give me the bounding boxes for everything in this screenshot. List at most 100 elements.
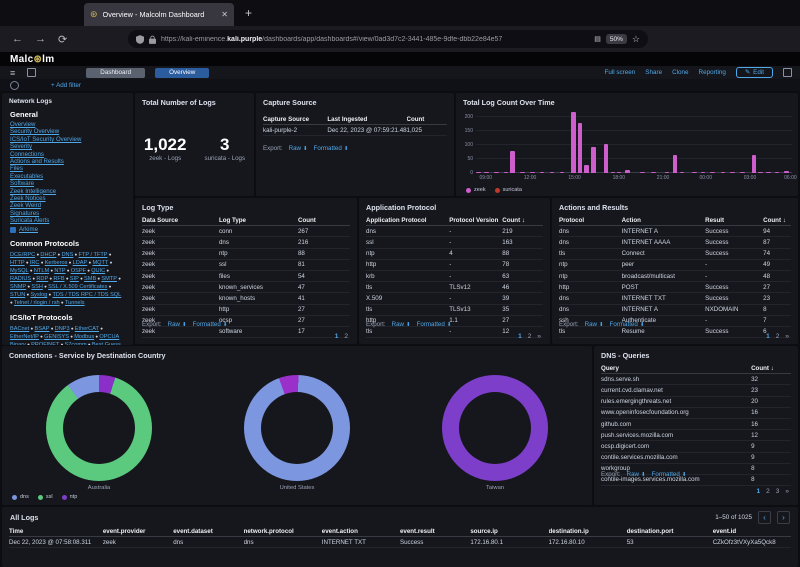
column-header[interactable]: Count ↓ <box>763 215 791 225</box>
column-header[interactable]: Count <box>298 215 350 225</box>
chart-bar[interactable] <box>484 172 489 173</box>
protocol-link-snmp[interactable]: SNMP <box>10 284 26 290</box>
shield-icon[interactable] <box>136 34 144 44</box>
chart-bar[interactable] <box>692 172 697 173</box>
chart-bar[interactable] <box>758 171 763 173</box>
page-button-1[interactable]: 1 <box>757 488 761 495</box>
panel-menu-icon[interactable] <box>783 68 792 77</box>
protocol-link-dnp3[interactable]: DNP3 <box>55 326 70 332</box>
tab-close-icon[interactable]: ✕ <box>221 10 228 19</box>
zoom-level-badge[interactable]: 50% <box>605 34 627 44</box>
column-header[interactable]: Data Source <box>142 215 219 225</box>
page-button-»[interactable]: » <box>785 333 789 340</box>
protocol-link-profinet[interactable]: PROFINET <box>31 342 59 345</box>
chart-bar[interactable] <box>640 171 645 173</box>
protocol-link-ntp[interactable]: NTP <box>54 268 65 274</box>
column-header[interactable]: Count <box>407 114 447 124</box>
chart-bar[interactable] <box>591 147 596 173</box>
share-link[interactable]: Share <box>645 69 662 76</box>
column-header[interactable]: Protocol Version <box>449 215 502 225</box>
legend-item-zeek[interactable]: zeek <box>466 187 486 193</box>
recent-icon[interactable] <box>27 68 37 77</box>
protocol-link-stun[interactable]: STUN <box>10 292 25 298</box>
chart-bar[interactable] <box>530 172 535 173</box>
chart-bar[interactable] <box>784 170 789 173</box>
chart-bar[interactable] <box>476 172 481 173</box>
page-button-2[interactable]: 2 <box>528 333 532 340</box>
page-button-1[interactable]: 1 <box>766 333 770 340</box>
breadcrumb-dashboard[interactable]: Dashboard <box>86 67 146 78</box>
browser-tab[interactable]: ⊛ Overview - Malcolm Dashboard ✕ <box>84 3 234 26</box>
url-bar[interactable]: https://kali-eminence.kali.purple/dashbo… <box>128 30 648 48</box>
nav-menu-icon[interactable]: ≡ <box>10 68 15 78</box>
chart-bar[interactable] <box>700 172 706 173</box>
chart-bar[interactable] <box>730 171 735 173</box>
protocol-link-ftp-tftp[interactable]: FTP / TFTP <box>79 252 108 258</box>
column-header[interactable]: Last Ingested <box>327 114 406 124</box>
chart-bar[interactable] <box>751 155 757 173</box>
protocol-link-tds-tds-rpc-tds-sql[interactable]: TDS / TDS RPC / TDS SQL <box>52 292 121 298</box>
protocol-link-mysql[interactable]: MySQL <box>10 268 29 274</box>
chart-bar[interactable] <box>603 143 609 173</box>
edit-button[interactable]: ✎ Edit <box>735 67 773 78</box>
protocol-link-ssh[interactable]: SSH <box>31 284 43 290</box>
page-button-2[interactable]: 2 <box>344 333 348 340</box>
protocol-link-tunnels[interactable]: Tunnels <box>65 300 85 306</box>
protocol-link-dce-rpc[interactable]: DCE/RPC <box>10 252 35 258</box>
chart-bar[interactable] <box>503 172 509 173</box>
protocol-link-bsap[interactable]: BSAP <box>35 326 50 332</box>
column-header[interactable]: Count ↓ <box>502 215 543 225</box>
donut-ring[interactable] <box>442 375 548 481</box>
page-button-»[interactable]: » <box>537 333 541 340</box>
page-button-2[interactable]: 2 <box>776 333 780 340</box>
protocol-link-quic[interactable]: QUIC <box>91 268 105 274</box>
export-raw-link[interactable]: Raw ⬇ <box>289 145 308 152</box>
chart-bar[interactable] <box>571 111 576 173</box>
chart-bar[interactable] <box>672 154 678 173</box>
donut-ring[interactable] <box>46 375 152 481</box>
reload-icon[interactable]: ⟳ <box>58 33 67 46</box>
export-raw-link[interactable]: Raw ⬇ <box>392 321 411 328</box>
chart-bar[interactable] <box>520 172 525 173</box>
legend-item-ssl[interactable]: ssl <box>37 494 53 500</box>
column-header[interactable]: Application Protocol <box>366 215 449 225</box>
protocol-link-rdp[interactable]: RDP <box>36 276 48 282</box>
protocol-link-best-guess[interactable]: Best Guess <box>92 342 121 345</box>
chart-bar[interactable] <box>651 171 656 173</box>
sidebar-item-actions-and-results[interactable]: Actions and Results <box>10 158 125 166</box>
chart-bar[interactable] <box>774 172 780 173</box>
export-formatted-link[interactable]: Formatted ⬇ <box>417 321 452 328</box>
export-formatted-link[interactable]: Formatted ⬇ <box>652 471 687 478</box>
protocol-link-s7comm[interactable]: S7comm <box>65 342 87 345</box>
column-header[interactable]: Action <box>622 215 706 225</box>
page-button-2[interactable]: 2 <box>766 488 770 495</box>
protocol-link-telnet-rlogin-rsh[interactable]: Telnet / rlogin / rsh <box>14 300 60 306</box>
export-raw-link[interactable]: Raw ⬇ <box>168 321 187 328</box>
chart-bar[interactable] <box>679 171 684 173</box>
next-page-icon[interactable]: › <box>777 511 790 524</box>
protocol-link-mqtt[interactable]: MQTT <box>92 260 108 266</box>
protocol-link-bacnet[interactable]: BACnet <box>10 326 29 332</box>
legend-item-suricata[interactable]: suricata <box>494 187 522 193</box>
protocol-link-genisys[interactable]: GENISYS <box>44 334 69 340</box>
protocol-link-radius[interactable]: RADIUS <box>10 276 31 282</box>
protocol-link-http[interactable]: HTTP <box>10 260 25 266</box>
prev-page-icon[interactable]: ‹ <box>758 511 771 524</box>
breadcrumb-overview[interactable]: Overview <box>155 67 210 78</box>
protocol-link-ethernet-ip[interactable]: EtherNet/IP <box>10 334 39 340</box>
clone-link[interactable]: Clone <box>672 69 688 76</box>
export-formatted-link[interactable]: Formatted ⬇ <box>193 321 228 328</box>
legend-item-dns[interactable]: dns <box>12 494 29 500</box>
back-icon[interactable]: ← <box>12 33 23 45</box>
protocol-link-ntlm[interactable]: NTLM <box>34 268 49 274</box>
column-header[interactable]: Log Type <box>219 215 298 225</box>
chart-bar[interactable] <box>610 171 616 173</box>
chart-bar[interactable] <box>510 150 515 173</box>
protocol-link-dns[interactable]: DNS <box>61 252 73 258</box>
page-button-»[interactable]: » <box>785 488 789 495</box>
column-header[interactable]: Result <box>705 215 763 225</box>
add-filter-button[interactable]: + Add filter <box>51 82 81 89</box>
column-header[interactable]: Query <box>601 363 751 373</box>
protocol-link-kerberos[interactable]: Kerberos <box>45 260 68 266</box>
reporting-link[interactable]: Reporting <box>699 69 726 76</box>
